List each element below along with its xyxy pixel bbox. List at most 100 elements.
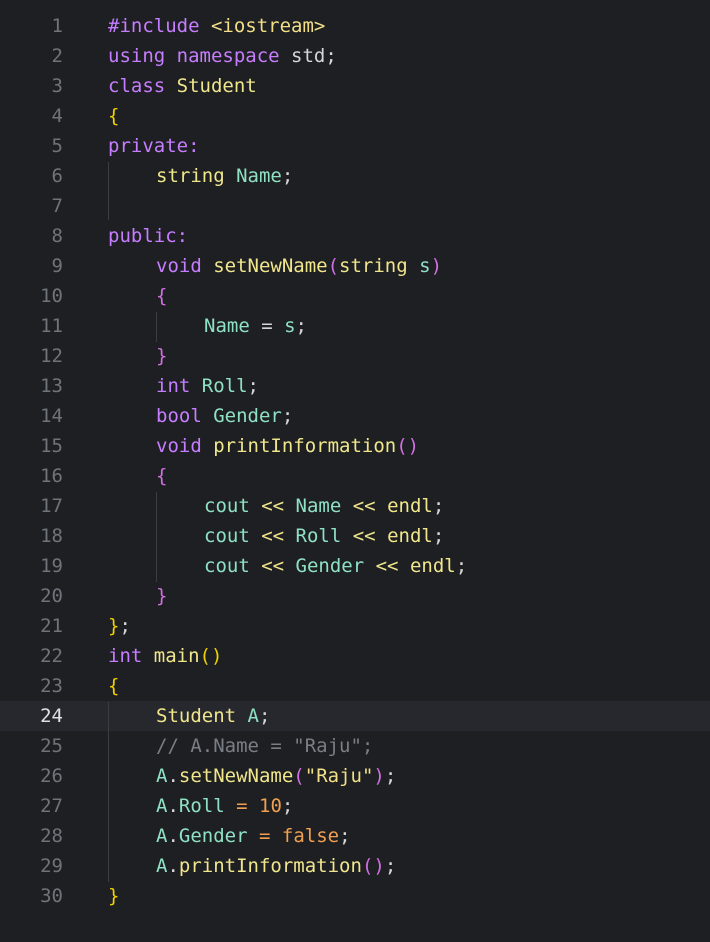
code-text: class Student [108,71,257,101]
line-number: 16 [40,465,63,487]
code-line[interactable]: 30} [0,881,710,911]
code-text: string Name; [156,161,293,191]
code-line[interactable]: 18 cout << Roll << endl; [0,521,710,551]
code-line[interactable]: 23 { [0,671,710,701]
code-token: setNewName [213,255,328,277]
code-token: ( [293,765,305,787]
code-token: ; [281,165,294,187]
code-token: ) [373,765,385,787]
code-token: << [375,555,410,577]
code-token: cout [204,555,262,577]
line-number: 18 [40,525,63,547]
line-number: 17 [40,495,63,517]
code-line[interactable]: 6 string Name; [0,161,710,191]
code-text: A.Roll = 10; [156,791,293,821]
code-token: class [108,75,177,97]
code-line[interactable]: 15 void printInformation() [0,431,710,461]
code-token: 10 [259,795,282,817]
code-token: int [156,375,202,397]
line-number: 19 [40,555,63,577]
indent-guide-setnewname [156,312,157,342]
code-line[interactable]: 10 { [0,281,710,311]
code-line[interactable]: 17 cout << Name << endl; [0,491,710,521]
code-token: ; [281,405,294,427]
code-token: cout [204,525,262,547]
code-line[interactable]: 20} [0,581,710,611]
line-number: 1 [51,15,63,37]
code-line[interactable]: 11 Name = s; [0,311,710,341]
code-text: { [156,281,167,311]
code-token: main [153,645,200,667]
code-line[interactable]: 29 A.printInformation(); [0,851,710,881]
code-token: Roll [295,525,353,547]
code-text: using namespace std; [108,41,337,71]
code-token: . [167,855,179,877]
line-number: 6 [51,165,63,187]
code-line[interactable]: 3 class Student [0,71,710,101]
code-line[interactable]: 14 bool Gender; [0,401,710,431]
line-number: 14 [40,405,63,427]
code-text: bool Gender; [156,401,293,431]
code-text: { [156,461,167,491]
code-token: << [352,525,388,547]
code-token: ; [432,525,445,547]
code-line[interactable]: 28 A.Gender = false; [0,821,710,851]
code-token: ; [384,855,397,877]
code-line[interactable]: 27 A.Roll = 10; [0,791,710,821]
code-token: ; [384,765,397,787]
top-clipped-edge [0,0,710,6]
code-token: Roll [201,375,248,397]
code-token: ; [339,825,351,847]
line-number: 11 [40,315,63,337]
code-line[interactable]: 4{ [0,101,710,131]
code-line[interactable]: 8 public: [0,221,710,251]
code-line[interactable]: 5 private: [0,131,710,161]
code-line[interactable]: 19 cout << Gender << endl; [0,551,710,581]
code-token: string [156,165,237,187]
indent-guide-class-private [108,162,109,220]
code-token: false [281,825,340,847]
code-token: = [236,795,259,817]
code-token: ; [455,555,468,577]
code-line[interactable]: 24 Student A; [0,701,710,731]
code-token: setNewName [178,765,294,787]
line-number: 27 [40,795,63,817]
code-token: ; [432,495,445,517]
code-token: << [352,495,388,517]
code-token: namespace [176,45,292,67]
code-token: s [284,315,296,337]
line-number: 4 [51,105,63,127]
code-line[interactable]: 16 { [0,461,710,491]
code-token: } [108,885,120,907]
code-text: public: [108,221,188,251]
code-text: private: [108,131,200,161]
code-line[interactable]: 13 int Roll; [0,371,710,401]
code-token: Student [156,705,248,727]
code-token: <iostream> [210,15,326,37]
code-line[interactable]: 1 #include <iostream> [0,11,710,41]
code-line[interactable]: 26 A.setNewName("Raju"); [0,761,710,791]
code-text: cout << Roll << endl; [204,521,444,551]
code-token: endl [387,525,433,547]
code-token: ; [325,45,337,67]
line-number: 2 [51,45,63,67]
code-line[interactable]: 25 // A.Name = "Raju"; [0,731,710,761]
code-line[interactable]: 9 void setNewName(string s) [0,251,710,281]
code-token: ; [119,615,131,637]
code-token: A [247,705,259,727]
code-text: { [108,101,119,131]
code-line[interactable]: 2 using namespace std; [0,41,710,71]
code-text: int main() [108,641,222,671]
line-number: 12 [40,345,63,367]
code-token: () [361,855,385,877]
line-number: 7 [51,195,63,217]
code-editor[interactable]: 1 #include <iostream> 2 using namespace std… [0,0,710,942]
code-text: A.Gender = false; [156,821,351,851]
line-number: 8 [51,225,63,247]
code-line[interactable]: 22 int main() [0,641,710,671]
indent-guide-printinformation [156,492,157,582]
code-line[interactable]: 21}; [0,611,710,641]
code-line[interactable]: 7 [0,191,710,221]
code-token: // A.Name = "Raju"; [156,735,374,757]
code-line[interactable]: 12} [0,341,710,371]
